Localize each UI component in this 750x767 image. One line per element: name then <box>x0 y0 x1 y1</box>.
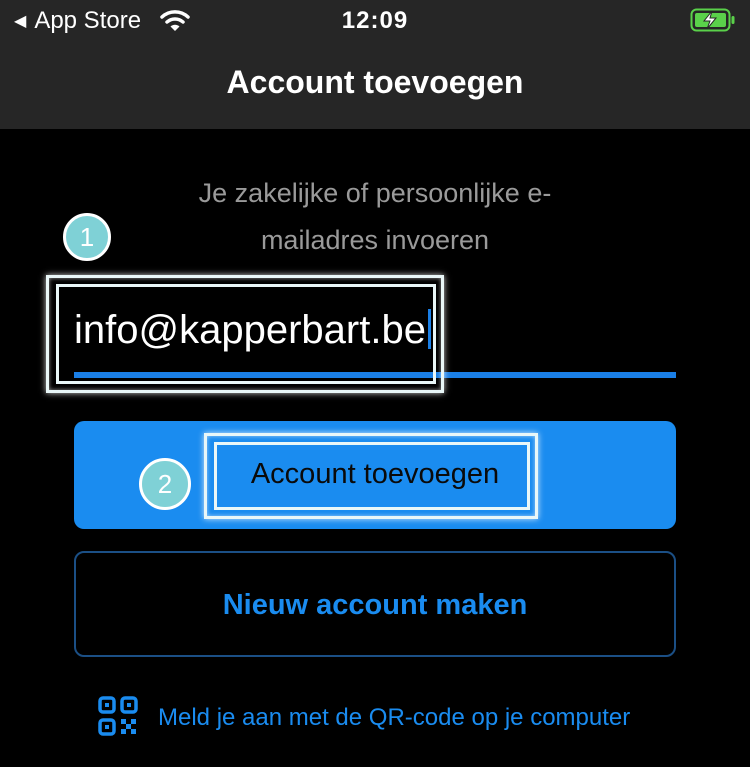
step-badge-2: 2 <box>139 458 191 510</box>
email-prompt-line-1: Je zakelijke of persoonlijke e- <box>198 178 552 208</box>
button-highlight-inner <box>214 442 530 510</box>
step-badge-1: 1 <box>63 213 111 261</box>
new-account-label: Nieuw account maken <box>222 589 528 621</box>
page-title: Account toevoegen <box>226 64 524 100</box>
email-highlight-inner <box>56 284 436 384</box>
email-prompt: Je zakelijke of persoonlijke e- mailadre… <box>150 170 600 264</box>
qr-code-icon <box>98 696 138 736</box>
status-bar: ◀ App Store 12:09 <box>0 0 750 42</box>
email-prompt-line-2: mailadres invoeren <box>260 225 490 255</box>
nav-bar: Account toevoegen <box>0 42 750 129</box>
qr-login-label: Meld je aan met de QR-code op je compute… <box>158 704 631 731</box>
new-account-button[interactable]: Nieuw account maken <box>74 551 676 657</box>
battery-charging-icon <box>690 8 735 32</box>
status-time: 12:09 <box>341 7 409 34</box>
